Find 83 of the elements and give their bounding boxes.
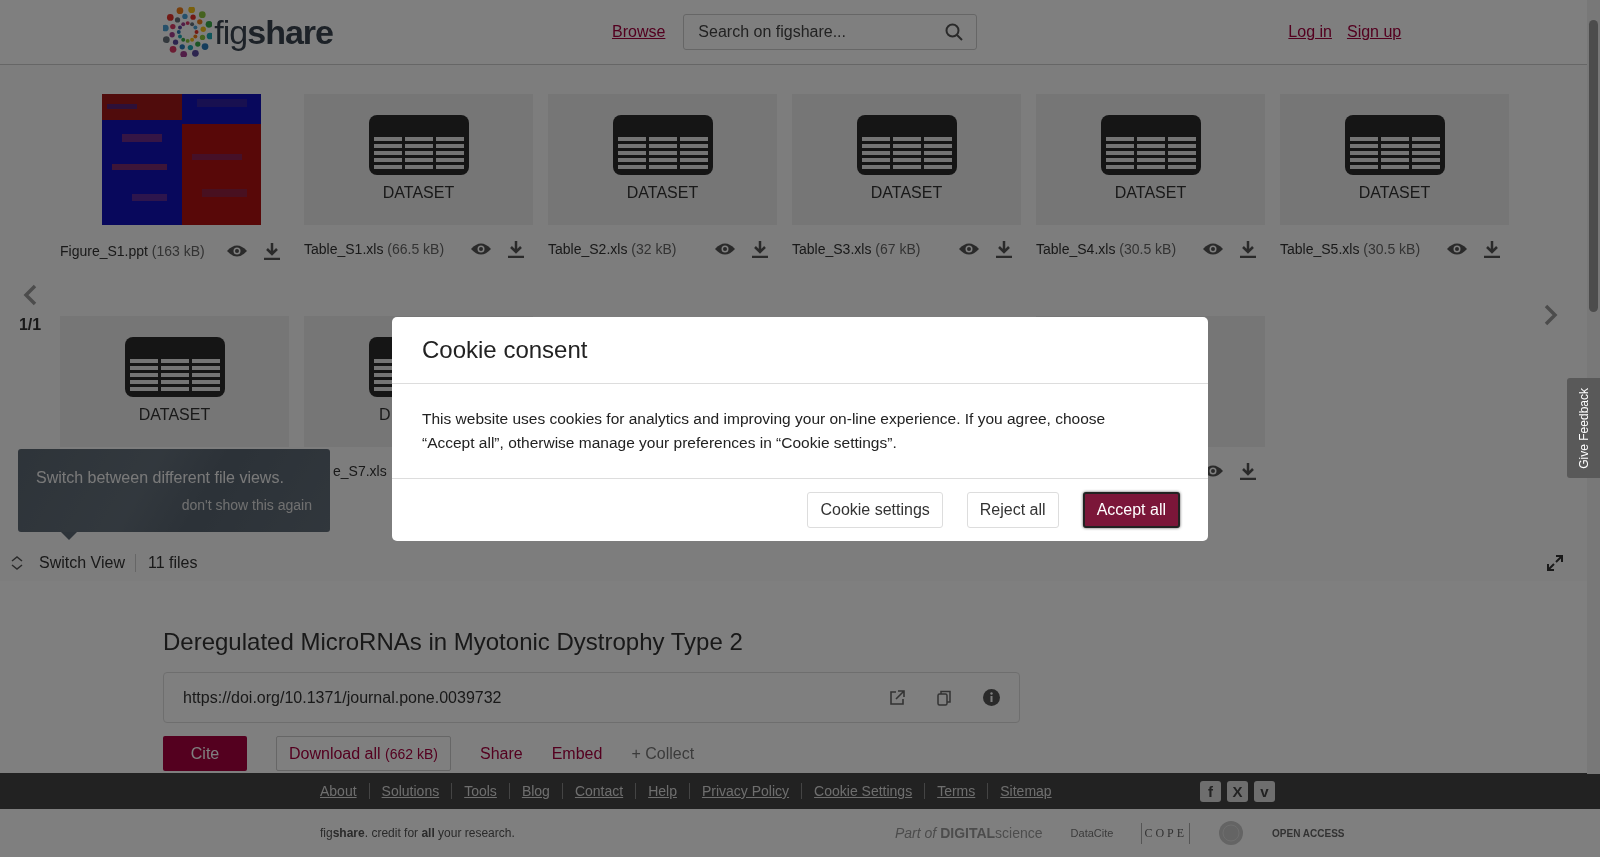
footer-link[interactable]: Blog bbox=[508, 783, 562, 799]
tooltip-message: Switch between different file views. bbox=[36, 469, 285, 487]
footer-link[interactable]: Sitemap bbox=[987, 783, 1064, 799]
action-link[interactable]: Embed bbox=[551, 744, 603, 763]
file-type-label: DATASET bbox=[138, 406, 211, 424]
table-icon bbox=[368, 115, 469, 175]
file-tile[interactable]: DATASET bbox=[548, 94, 777, 225]
table-icon bbox=[612, 115, 713, 175]
file-type-label: D bbox=[379, 406, 391, 424]
dismiss-link[interactable]: don't show this again bbox=[181, 497, 312, 513]
footer-link[interactable]: Solutions bbox=[368, 783, 452, 799]
tagline: figshare. credit for all your research. bbox=[320, 826, 516, 840]
search-field[interactable]: Search on figshare... bbox=[683, 14, 978, 50]
logo-text: figshare bbox=[214, 12, 333, 52]
collect-link[interactable]: + Collect bbox=[631, 744, 695, 763]
file-type-label: DATASET bbox=[1358, 184, 1431, 202]
file-tile[interactable]: DATASET bbox=[792, 94, 1021, 225]
cite-button[interactable]: Cite bbox=[163, 736, 247, 771]
browse-link[interactable]: Browse bbox=[612, 23, 666, 41]
download-all-button[interactable]: Download all (662 kB) bbox=[276, 736, 451, 771]
dialog-button[interactable]: Accept all bbox=[1082, 492, 1180, 528]
social-link[interactable]: X bbox=[1227, 780, 1248, 802]
file-name: Table_S1.xls (66.5 kB) bbox=[304, 241, 445, 257]
copy-icon[interactable] bbox=[937, 689, 951, 706]
download-icon[interactable] bbox=[1483, 240, 1501, 258]
file-tile[interactable]: DATASET bbox=[304, 94, 533, 225]
chevron-right-icon[interactable] bbox=[1543, 303, 1558, 326]
file-type-label: DATASET bbox=[626, 184, 699, 202]
chevron-left-icon[interactable] bbox=[23, 283, 37, 306]
download-icon[interactable] bbox=[751, 240, 769, 258]
table-icon bbox=[1100, 115, 1201, 175]
file-type-label: DATASET bbox=[870, 184, 943, 202]
file-tile[interactable]: DATASET bbox=[1280, 94, 1509, 225]
item-title: Deregulated MicroRNAs in Myotonic Dystrophy Type 2 bbox=[163, 628, 744, 656]
footer-link[interactable]: Terms bbox=[924, 783, 988, 799]
switch-view-button[interactable]: Switch View bbox=[29, 553, 136, 572]
feedback-tab[interactable]: Give Feedback bbox=[1567, 378, 1600, 478]
download-icon[interactable] bbox=[1239, 462, 1257, 480]
doi-link[interactable]: https://doi.org/10.1371/journal.pone.0039732 bbox=[183, 688, 857, 707]
dialog-message: This website uses cookies for analytics and improving your on-line experience. If you agree, choose “Accept all”, otherwise manage your preferences in “Cookie settings”. bbox=[422, 409, 1107, 453]
partner-logo[interactable]: COPE bbox=[1141, 822, 1191, 844]
dialog-title: Cookie consent bbox=[422, 336, 588, 364]
download-icon[interactable] bbox=[507, 240, 525, 258]
file-name: Figure_S1.ppt (163 kB) bbox=[60, 243, 205, 259]
partner-logo[interactable]: OPEN ACCESS bbox=[1272, 827, 1345, 839]
download-icon[interactable] bbox=[995, 240, 1013, 258]
expand-icon[interactable] bbox=[1547, 554, 1563, 571]
file-name: Table_S4.xls (30.5 kB) bbox=[1036, 241, 1177, 257]
footer-link[interactable]: Cookie Settings bbox=[801, 783, 925, 799]
file-tile[interactable]: DATASET bbox=[1036, 94, 1265, 225]
file-type-label: DATASET bbox=[1114, 184, 1187, 202]
page-indicator: 1/1 bbox=[18, 315, 42, 334]
external-link-icon[interactable] bbox=[889, 689, 905, 706]
table-icon bbox=[856, 115, 957, 175]
figshare-logo[interactable]: figshare bbox=[163, 7, 333, 57]
footer-link[interactable]: Tools bbox=[451, 783, 509, 799]
auth-link[interactable]: Sign up bbox=[1346, 23, 1402, 41]
info-icon[interactable] bbox=[983, 689, 1000, 706]
table-icon bbox=[1344, 115, 1445, 175]
file-name: Table_S5.xls (30.5 kB) bbox=[1280, 241, 1421, 257]
dialog-button[interactable]: Reject all bbox=[966, 492, 1059, 528]
file-type-label: DATASET bbox=[382, 184, 455, 202]
partner-logo[interactable]: DataCite bbox=[1070, 827, 1114, 839]
social-link[interactable]: f bbox=[1200, 780, 1221, 802]
file-name: e_S7.xls bbox=[333, 463, 387, 479]
file-name: Table_S2.xls (32 kB) bbox=[548, 241, 677, 257]
footer-link[interactable]: Contact bbox=[561, 783, 636, 799]
footer-link[interactable]: Privacy Policy bbox=[688, 783, 802, 799]
file-tile[interactable]: DATASET bbox=[60, 316, 289, 447]
social-link[interactable]: v bbox=[1254, 780, 1275, 802]
table-icon bbox=[124, 337, 225, 397]
download-icon[interactable] bbox=[1239, 240, 1257, 258]
search-icon[interactable] bbox=[945, 23, 964, 41]
file-name: Table_S3.xls (67 kB) bbox=[792, 241, 921, 257]
action-link[interactable]: Share bbox=[480, 744, 523, 763]
switch-view-icon[interactable] bbox=[11, 555, 23, 570]
footer-link[interactable]: About bbox=[320, 783, 369, 799]
auth-link[interactable]: Log in bbox=[1288, 23, 1332, 41]
download-icon[interactable] bbox=[263, 242, 281, 260]
file-count: 11 files bbox=[147, 553, 198, 572]
dot-ring-icon bbox=[163, 7, 213, 57]
dialog-button[interactable]: Cookie settings bbox=[807, 492, 943, 528]
footer-link[interactable]: Help bbox=[635, 783, 689, 799]
